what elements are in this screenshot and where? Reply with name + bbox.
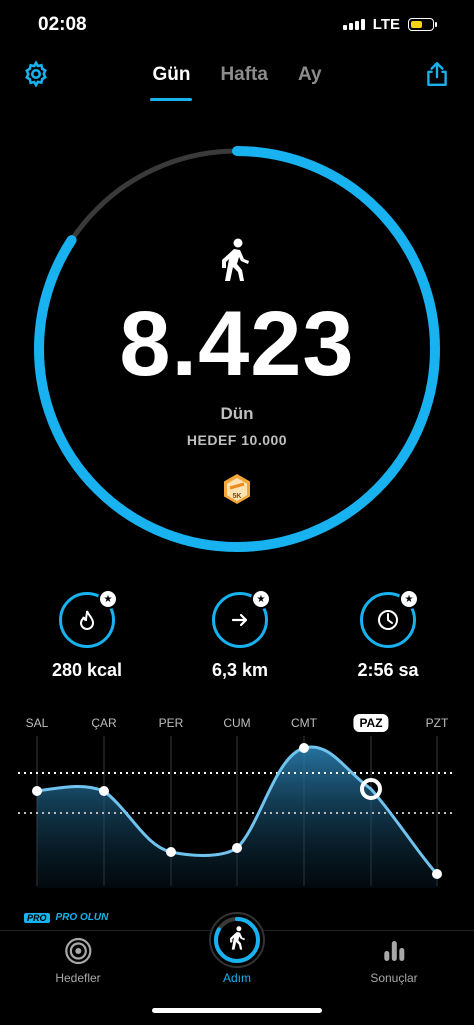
status-bar-right: LTE [342,16,437,33]
star-badge-icon: ★ [399,589,419,609]
battery-icon [408,18,437,31]
stat-distance[interactable]: ★ 6,3 km [175,589,305,681]
goal-label: HEDEF 10.000 [186,432,288,448]
nav-goals[interactable]: Hedefler [55,937,101,985]
network-label: LTE [372,16,400,33]
day-label-car[interactable]: ÇAR [91,716,116,730]
home-indicator [152,1008,322,1013]
signal-icon [342,19,365,30]
nav-steps-label: Adım [222,971,252,985]
chart-point-pzt [432,869,442,879]
share-icon[interactable] [424,60,450,93]
nav-goals-label: Hedefler [55,971,101,985]
arrow-right-icon [231,613,248,627]
tab-month[interactable]: Ay [298,64,322,86]
nav-results[interactable]: Sonuçlar [370,941,418,985]
stat-calories[interactable]: ★ 280 kcal [22,589,152,681]
nav-steps[interactable]: Adım [208,912,265,985]
steps-nav-ring [208,912,265,968]
tab-week[interactable]: Hafta [220,64,268,86]
bar-chart-icon [384,941,404,961]
5k-badge-icon[interactable]: 5K [220,472,254,506]
day-label-paz[interactable]: PAZ [353,714,389,732]
pro-upgrade-link[interactable]: PRO PRO OLUN [24,912,108,923]
badge-text: 5K [233,493,242,500]
week-day-labels: SAL ÇAR PER CUM CMT PAZ PZT [0,714,474,736]
step-count: 8.423 [119,293,355,395]
distance-value: 6,3 km [211,660,269,680]
day-label-sal[interactable]: SAL [26,716,49,730]
clock-icon [378,610,398,630]
day-label-cmt[interactable]: CMT [291,716,317,730]
day-label-per[interactable]: PER [159,716,184,730]
stat-duration[interactable]: ★ 2:56 sa [323,589,453,681]
chart-point-car [99,786,109,796]
star-badge-icon: ★ [251,589,271,609]
chart-point-cmt [299,743,309,753]
chart-point-sal [32,786,42,796]
tab-day[interactable]: Gün [150,64,193,101]
day-label-cum[interactable]: CUM [223,716,250,730]
duration-value: 2:56 sa [357,660,419,680]
day-label: Dün [220,404,254,423]
walking-icon [220,238,252,287]
star-badge-icon: ★ [98,589,118,609]
flame-icon [79,610,95,630]
pro-label: PRO OLUN [55,912,109,923]
period-tabs: Gün Hafta Ay [0,64,474,101]
pro-tag: PRO [24,912,50,923]
nav-results-label: Sonuçlar [370,971,418,985]
day-label-pzt[interactable]: PZT [426,716,449,730]
chart-point-cum [232,843,242,853]
status-time: 02:08 [38,14,87,35]
calories-value: 280 kcal [51,660,123,680]
chart-point-per [166,847,176,857]
week-step-chart [18,736,456,888]
target-icon [64,937,92,965]
